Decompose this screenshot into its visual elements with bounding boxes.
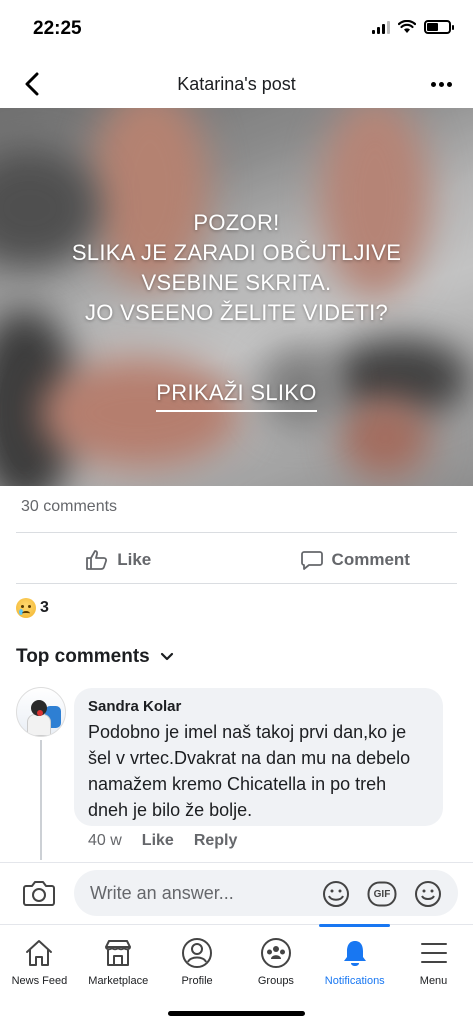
comment-text: Podobno je imel naš takoj prvi dan,ko je…	[88, 722, 411, 820]
home-indicator	[168, 1011, 305, 1016]
page-title: Katarina's post	[177, 73, 296, 94]
sad-emoji-icon	[16, 598, 36, 618]
divider	[16, 583, 457, 584]
tab-label: Marketplace	[88, 975, 149, 987]
chevron-down-icon	[160, 652, 173, 661]
emoji-button[interactable]	[412, 878, 444, 910]
thread-line	[40, 740, 42, 860]
tab-notifications[interactable]: Notifications	[315, 924, 394, 1024]
divider	[16, 532, 457, 533]
comment-bubble: Sandra Kolar Podobno je imel naš takoj p…	[74, 688, 443, 826]
reaction-summary[interactable]: 3	[16, 598, 49, 618]
post-actions: Like Comment	[0, 538, 473, 582]
sensitive-warning-text: POZOR! SLIKA JE ZARADI OBČUTLJIVE VSEBIN…	[0, 208, 473, 328]
answer-input[interactable]	[90, 870, 310, 916]
profile-icon	[182, 938, 213, 968]
like-button[interactable]: Like	[0, 538, 237, 582]
wifi-icon	[398, 20, 416, 33]
top-comments-label: Top comments	[16, 646, 150, 667]
tab-news-feed[interactable]: News Feed	[0, 925, 79, 1024]
comments-count[interactable]: 30 comments	[21, 498, 117, 516]
gif-label: GIF	[373, 888, 391, 900]
comment-author[interactable]: Sandra Kolar	[88, 698, 429, 715]
show-photo-container: PRIKAŽI SLIKO	[0, 380, 473, 412]
sticker-icon	[323, 881, 349, 907]
like-label: Like	[117, 550, 152, 569]
back-button[interactable]	[18, 70, 46, 98]
comment-icon	[300, 551, 323, 570]
tab-label: Notifications	[324, 975, 385, 987]
gif-button[interactable]: GIF	[366, 878, 398, 910]
comment-time: 40 w	[88, 832, 122, 849]
emoji-icon	[415, 881, 441, 907]
menu-icon	[420, 943, 447, 963]
home-icon	[26, 940, 53, 966]
post-header: Katarina's post	[0, 60, 473, 108]
tab-label: Groups	[257, 975, 294, 987]
status-time: 22:25	[33, 18, 82, 39]
tab-label: News Feed	[11, 975, 68, 987]
avatar[interactable]	[16, 687, 66, 737]
battery-icon	[424, 20, 454, 34]
warning-line: SLIKA JE ZARADI OBČUTLJIVE	[71, 240, 402, 265]
tab-profile[interactable]: Profile	[158, 925, 237, 1024]
cellular-signal-icon	[372, 20, 390, 34]
bell-icon	[343, 941, 366, 966]
comment-button[interactable]: Comment	[237, 538, 473, 582]
comment-composer: GIF	[0, 862, 473, 924]
warning-line: POZOR!	[193, 210, 280, 235]
status-bar: 22:25	[0, 0, 473, 58]
tab-groups[interactable]: Groups	[236, 925, 315, 1024]
warning-line: VSEBINE SKRITA.	[141, 270, 332, 295]
camera-button[interactable]	[22, 877, 56, 909]
sensitive-image[interactable]: POZOR! SLIKA JE ZARADI OBČUTLJIVE VSEBIN…	[0, 108, 473, 486]
comment-meta: 40 w Like Reply	[88, 832, 237, 850]
groups-icon	[260, 938, 291, 968]
answer-box: GIF	[74, 870, 458, 916]
comment-label: Comment	[331, 550, 410, 569]
warning-line: JO VSEENO ŽELITE VIDETI?	[84, 300, 389, 325]
thumbs-up-icon	[86, 550, 108, 570]
tab-label: Menu	[419, 975, 448, 987]
comment-like-button[interactable]: Like	[142, 832, 174, 850]
sticker-button[interactable]	[320, 878, 352, 910]
tab-label: Profile	[181, 975, 213, 987]
top-comments-filter[interactable]: Top comments	[16, 646, 174, 668]
status-icons	[372, 20, 454, 34]
tab-marketplace[interactable]: Marketplace	[79, 925, 158, 1024]
marketplace-icon	[105, 940, 132, 966]
comment-reply-button[interactable]: Reply	[194, 832, 238, 850]
reaction-count: 3	[40, 599, 49, 616]
show-photo-button[interactable]: PRIKAŽI SLIKO	[156, 380, 317, 412]
chevron-left-icon	[25, 72, 39, 96]
bottom-tab-bar: News Feed Marketplace Profile Groups Not…	[0, 924, 473, 1024]
camera-icon	[23, 881, 55, 906]
tab-menu[interactable]: Menu	[394, 925, 473, 1024]
more-options-button[interactable]	[427, 72, 455, 96]
